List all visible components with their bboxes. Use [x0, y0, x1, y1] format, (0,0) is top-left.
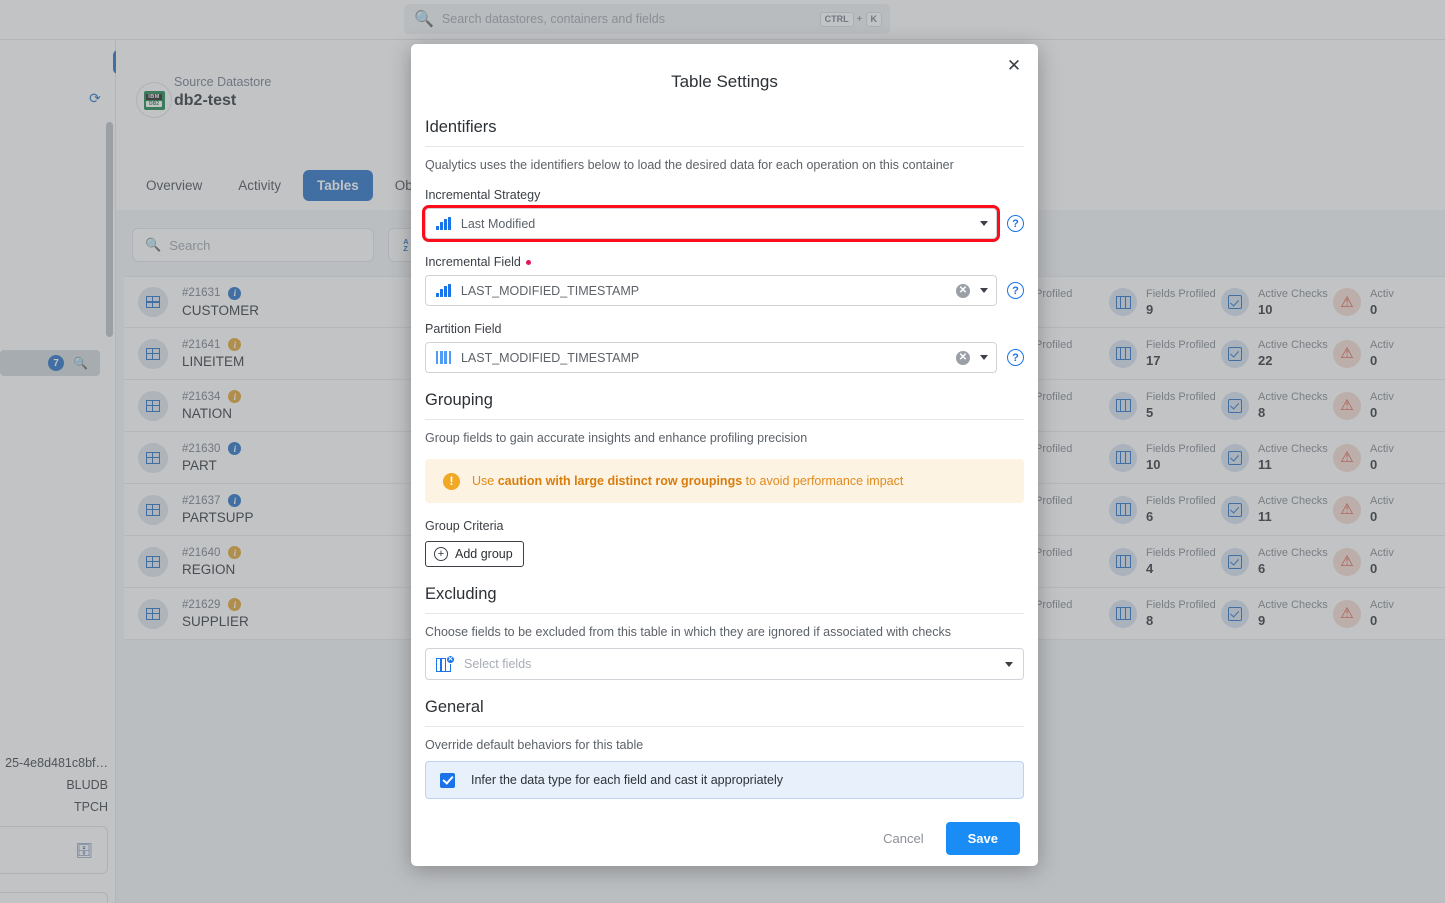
bar-chart-icon	[436, 284, 451, 297]
incremental-field-label-text: Incremental Field	[425, 255, 521, 269]
incremental-field-select[interactable]: LAST_MODIFIED_TIMESTAMP ✕	[425, 275, 997, 306]
bar-chart-icon	[436, 217, 451, 230]
chevron-down-icon[interactable]	[980, 355, 988, 360]
help-icon[interactable]: ?	[1007, 349, 1024, 366]
partition-field-label-text: Partition Field	[425, 322, 502, 336]
divider	[425, 146, 1024, 147]
partition-field-row: LAST_MODIFIED_TIMESTAMP ✕ ?	[425, 342, 1024, 373]
close-icon[interactable]: ✕	[1002, 54, 1026, 78]
infer-data-type-row[interactable]: Infer the data type for each field and c…	[425, 761, 1024, 799]
excluded-fields-placeholder: Select fields	[464, 657, 532, 671]
infer-data-type-label: Infer the data type for each field and c…	[471, 773, 783, 787]
excluded-fields-select[interactable]: ✕ Select fields	[425, 648, 1024, 680]
warning-bold: caution with large distinct row grouping…	[497, 474, 743, 488]
excluding-heading: Excluding	[425, 585, 497, 603]
excluded-badge: ✕	[446, 654, 455, 664]
incremental-field-label: Incremental Field	[425, 255, 1024, 269]
add-group-label: Add group	[455, 547, 513, 561]
excluding-description: Choose fields to be excluded from this t…	[425, 625, 951, 639]
incremental-field-row: LAST_MODIFIED_TIMESTAMP ✕ ?	[425, 275, 1024, 306]
dialog-footer: Cancel Save	[411, 810, 1038, 866]
app-root: 🔍 Search datastores, containers and fiel…	[0, 0, 1445, 903]
general-heading: General	[425, 698, 484, 716]
identifiers-description: Qualytics uses the identifiers below to …	[425, 158, 954, 172]
grouping-description: Group fields to gain accurate insights a…	[425, 431, 808, 445]
plus-circle-icon: +	[434, 547, 448, 561]
grouping-warning-banner: ! Use caution with large distinct row gr…	[425, 459, 1024, 503]
identifiers-heading: Identifiers	[425, 118, 497, 136]
group-criteria-label: Group Criteria	[425, 519, 504, 533]
partition-bars-icon	[436, 351, 451, 364]
incremental-strategy-value: Last Modified	[460, 216, 536, 231]
clear-icon[interactable]: ✕	[956, 283, 970, 298]
infer-data-type-checkbox[interactable]	[440, 772, 455, 788]
divider	[425, 419, 1024, 420]
grouping-warning-text: Use caution with large distinct row grou…	[472, 474, 903, 488]
help-icon[interactable]: ?	[1007, 282, 1024, 299]
partition-field-label: Partition Field	[425, 322, 1024, 336]
incremental-field-value: LAST_MODIFIED_TIMESTAMP	[460, 283, 640, 298]
incremental-strategy-select[interactable]: Last Modified	[422, 205, 1000, 242]
general-description: Override default behaviors for this tabl…	[425, 738, 644, 752]
clear-icon[interactable]: ✕	[956, 350, 970, 365]
add-group-button[interactable]: + Add group	[425, 541, 524, 567]
chevron-down-icon[interactable]	[1005, 661, 1013, 667]
divider	[425, 613, 1024, 614]
cancel-button[interactable]: Cancel	[871, 823, 935, 854]
chevron-down-icon[interactable]	[980, 221, 988, 226]
save-button[interactable]: Save	[945, 821, 1020, 855]
help-icon[interactable]: ?	[1007, 215, 1024, 232]
dialog-body: Identifiers Qualytics uses the identifie…	[411, 118, 1038, 799]
grouping-heading: Grouping	[425, 391, 493, 409]
table-settings-dialog: ✕ Table Settings Identifiers Qualytics u…	[411, 44, 1038, 866]
warning-suffix: to avoid performance impact	[742, 474, 904, 488]
incremental-strategy-label-text: Incremental Strategy	[425, 188, 541, 202]
excluded-columns-icon: ✕	[436, 654, 455, 672]
chevron-down-icon[interactable]	[980, 288, 988, 293]
dialog-title: Table Settings	[671, 72, 778, 91]
required-indicator	[525, 259, 531, 265]
incremental-strategy-label: Incremental Strategy	[425, 188, 1024, 202]
partition-field-value: LAST_MODIFIED_TIMESTAMP	[460, 350, 640, 365]
partition-field-select[interactable]: LAST_MODIFIED_TIMESTAMP ✕	[425, 342, 997, 373]
warning-prefix: Use	[472, 474, 498, 488]
incremental-strategy-row: Last Modified ?	[422, 205, 1024, 242]
divider	[425, 726, 1024, 727]
warning-icon: !	[443, 472, 460, 490]
